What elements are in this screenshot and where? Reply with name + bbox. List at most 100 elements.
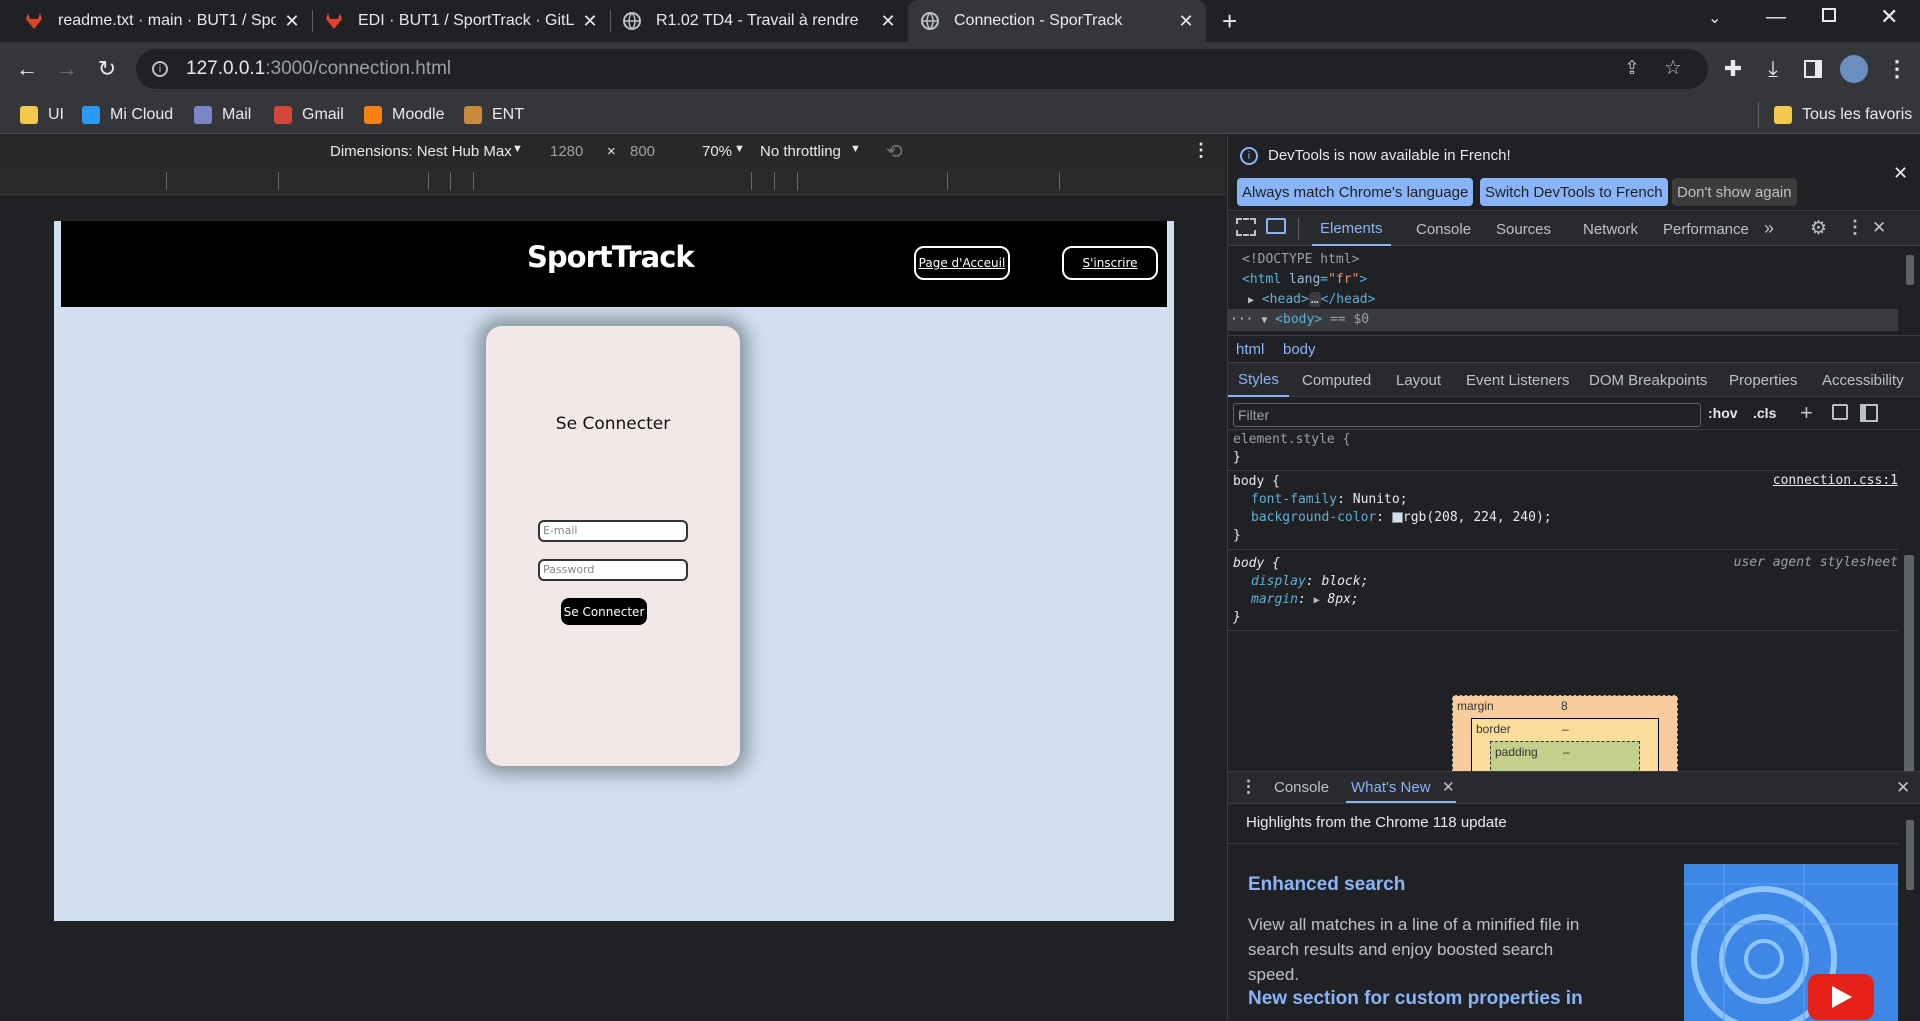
color-swatch[interactable] <box>1391 512 1403 523</box>
dom-head-node[interactable]: ▶ <head>… </head> <box>1248 289 1375 311</box>
css-declaration[interactable]: font-family: Nunito; <box>1251 491 1408 509</box>
box-model-border[interactable]: border – padding – <box>1471 718 1659 771</box>
site-logo[interactable]: SportTrack <box>527 240 695 274</box>
match-language-button[interactable]: Always match Chrome's language <box>1237 178 1474 206</box>
info-icon[interactable]: i <box>152 61 168 77</box>
kebab-menu-icon[interactable]: ⋮ <box>1882 54 1912 84</box>
expand-triangle-icon[interactable]: ▶ <box>1248 295 1254 306</box>
sidebar-toggle-icon[interactable] <box>1860 404 1878 422</box>
close-icon[interactable]: ✕ <box>1178 11 1194 32</box>
email-field[interactable]: E-mail <box>538 520 688 542</box>
login-button[interactable]: Se Connecter <box>561 598 647 625</box>
signup-nav-button[interactable]: S'inscrire <box>1062 246 1158 280</box>
close-icon[interactable]: ✕ <box>1872 218 1886 238</box>
bookmark-mi-cloud[interactable]: Mi Cloud <box>82 104 173 126</box>
tab-event-listeners[interactable]: Event Listeners <box>1466 363 1569 397</box>
drawer-tab-whats-new[interactable]: What's New <box>1351 779 1431 796</box>
bookmark-ui[interactable]: UI <box>20 104 64 126</box>
home-nav-button[interactable]: Page d'Acceuil <box>914 246 1010 280</box>
side-panel-icon[interactable] <box>1804 60 1822 78</box>
forward-arrow-icon[interactable]: → <box>52 54 82 84</box>
class-toggle[interactable]: .cls <box>1753 405 1776 421</box>
bookmark-all-favorites[interactable]: Tous les favoris <box>1774 104 1912 126</box>
address-bar[interactable]: i 127.0.0.1:3000/connection.html ⇪ ☆ <box>136 49 1708 89</box>
feature-thumbnail[interactable] <box>1684 864 1898 1021</box>
kebab-menu-icon[interactable]: ⋮ <box>1240 777 1257 797</box>
tab-search-chevron-icon[interactable]: ⌄ <box>1708 8 1721 28</box>
dont-show-again-button[interactable]: Don't show again <box>1672 178 1797 206</box>
device-dimensions-select[interactable]: Dimensions: Nest Hub Max <box>330 143 512 160</box>
paint-brush-icon[interactable] <box>1832 404 1848 420</box>
device-toggle-icon[interactable] <box>1266 218 1286 234</box>
close-icon[interactable]: ✕ <box>1896 778 1910 798</box>
restore-button[interactable] <box>1822 8 1836 22</box>
browser-tab-active[interactable]: Connection - SporTrack ✕ <box>908 0 1206 42</box>
padding-value[interactable]: – <box>1563 745 1570 759</box>
share-icon[interactable]: ⇪ <box>1624 57 1640 80</box>
inspect-element-icon[interactable] <box>1236 218 1256 236</box>
bookmark-moodle[interactable]: Moodle <box>364 104 444 126</box>
close-icon[interactable]: ✕ <box>284 11 300 32</box>
minimize-button[interactable]: — <box>1766 6 1786 29</box>
dom-doctype[interactable]: <!DOCTYPE html> <box>1242 249 1359 271</box>
scrollbar[interactable] <box>1904 555 1914 795</box>
scrollbar[interactable] <box>1906 820 1914 890</box>
rotate-icon[interactable]: ⟲ <box>886 139 903 164</box>
breadcrumb-html[interactable]: html <box>1236 341 1264 358</box>
new-tab-button[interactable]: + <box>1222 6 1237 37</box>
breadcrumb-body[interactable]: body <box>1283 341 1316 358</box>
css-declaration[interactable]: background-color: rgb(208, 224, 240); <box>1251 509 1552 527</box>
device-height-input[interactable]: 800 <box>630 143 655 160</box>
reload-icon[interactable]: ↻ <box>92 54 122 84</box>
bookmark-star-icon[interactable]: ☆ <box>1664 55 1682 80</box>
close-icon[interactable]: ✕ <box>582 11 598 32</box>
tab-elements[interactable]: Elements <box>1312 212 1391 246</box>
close-icon[interactable]: ✕ <box>880 11 896 32</box>
browser-tab[interactable]: R1.02 TD4 - Travail à rendre ✕ <box>610 0 908 42</box>
expand-triangle-icon[interactable]: ▶ <box>1314 595 1320 606</box>
gear-icon[interactable]: ⚙ <box>1810 217 1827 240</box>
download-icon[interactable]: ⤓ <box>1758 54 1788 84</box>
more-tabs-icon[interactable]: » <box>1764 218 1774 239</box>
kebab-menu-icon[interactable]: ⋮ <box>1846 217 1864 238</box>
bookmark-ent[interactable]: ENT <box>464 104 524 126</box>
body-rule-selector[interactable]: body { <box>1233 473 1280 491</box>
collapse-triangle-icon[interactable]: ▼ <box>1261 315 1267 326</box>
element-style-selector[interactable]: element.style { <box>1233 431 1350 449</box>
box-model-margin[interactable]: margin 8 border – padding – <box>1452 695 1678 771</box>
zoom-select[interactable]: 70% <box>702 143 732 160</box>
device-width-input[interactable]: 1280 <box>550 143 583 160</box>
feature-heading[interactable]: New section for custom properties in <box>1248 988 1583 1010</box>
back-arrow-icon[interactable]: ← <box>12 54 42 84</box>
tab-dom-breakpoints[interactable]: DOM Breakpoints <box>1589 363 1707 397</box>
ua-rule-selector[interactable]: body { <box>1233 555 1280 573</box>
ellipsis-icon[interactable]: ··· <box>1230 312 1253 327</box>
box-model-padding[interactable]: padding – <box>1490 741 1640 771</box>
margin-value[interactable]: 8 <box>1561 699 1568 713</box>
kebab-menu-icon[interactable]: ⋮ <box>1192 140 1210 161</box>
styles-filter-input[interactable]: Filter <box>1233 403 1701 427</box>
stylesheet-link[interactable]: connection.css:1 <box>1773 473 1898 488</box>
scrollbar[interactable] <box>1906 255 1914 285</box>
browser-tab[interactable]: EDI · BUT1 / SportTrack · GitLab ✕ <box>312 0 610 42</box>
tab-computed[interactable]: Computed <box>1302 363 1371 397</box>
tab-network[interactable]: Network <box>1583 212 1638 246</box>
dom-html-node[interactable]: <html lang="fr"> <box>1242 269 1367 291</box>
window-close-button[interactable]: ✕ <box>1880 4 1898 30</box>
close-icon[interactable]: ✕ <box>1442 778 1455 796</box>
close-icon[interactable]: ✕ <box>1893 163 1908 184</box>
tab-sources[interactable]: Sources <box>1496 212 1551 246</box>
tab-performance[interactable]: Performance <box>1663 212 1749 246</box>
password-field[interactable]: Password <box>538 559 688 581</box>
browser-tab[interactable]: readme.txt · main · BUT1 / Sport ✕ <box>12 0 312 42</box>
extensions-puzzle-icon[interactable]: ✚ <box>1718 54 1748 84</box>
tab-console[interactable]: Console <box>1416 212 1471 246</box>
avatar[interactable] <box>1840 55 1868 83</box>
tab-accessibility[interactable]: Accessibility <box>1822 363 1904 397</box>
bookmark-gmail[interactable]: Gmail <box>274 104 344 126</box>
throttling-select[interactable]: No throttling <box>760 143 841 160</box>
switch-french-button[interactable]: Switch DevTools to French <box>1480 178 1668 206</box>
tab-properties[interactable]: Properties <box>1729 363 1797 397</box>
hover-state-toggle[interactable]: :hov <box>1708 405 1738 421</box>
tab-styles[interactable]: Styles <box>1228 363 1289 397</box>
